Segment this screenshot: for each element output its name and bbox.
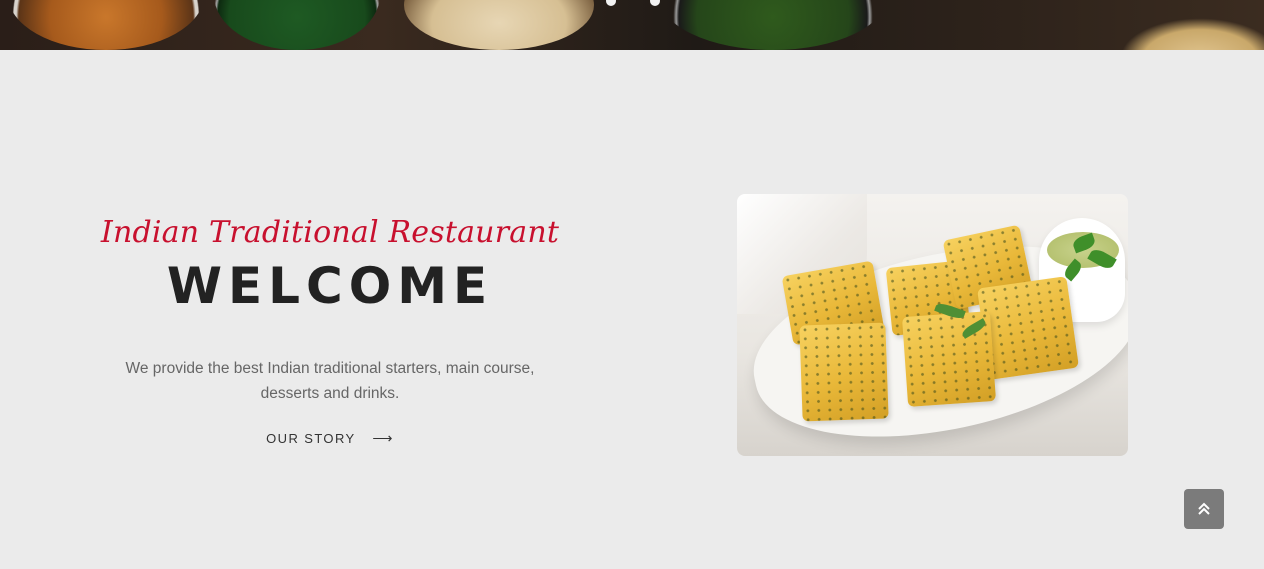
description-line: We provide the best Indian traditional s… (125, 360, 535, 377)
our-story-label: OUR STORY (266, 431, 356, 446)
banner-dot (650, 0, 660, 6)
banner-dish (214, 0, 380, 50)
banner-dish (658, 0, 888, 50)
section-title: WELCOME (166, 257, 494, 315)
banner-dish (8, 0, 204, 50)
scroll-to-top-button[interactable] (1184, 489, 1224, 529)
arrow-right-icon: ⟶ (372, 430, 394, 446)
section-description: We provide the best Indian traditional s… (80, 356, 580, 406)
banner-dish (404, 0, 594, 50)
header-food-banner (0, 0, 1264, 50)
dhokla-piece (799, 322, 889, 422)
our-story-link[interactable]: OUR STORY ⟶ (266, 430, 394, 447)
double-chevron-up-icon (1198, 502, 1210, 515)
banner-dot (606, 0, 616, 6)
section-subtitle: Indian Traditional Restaurant (100, 215, 560, 250)
banner-dish (1120, 18, 1264, 50)
welcome-text-block: Indian Traditional Restaurant WELCOME We… (80, 210, 580, 448)
description-line: desserts and drinks. (260, 385, 400, 402)
food-image (737, 194, 1128, 456)
